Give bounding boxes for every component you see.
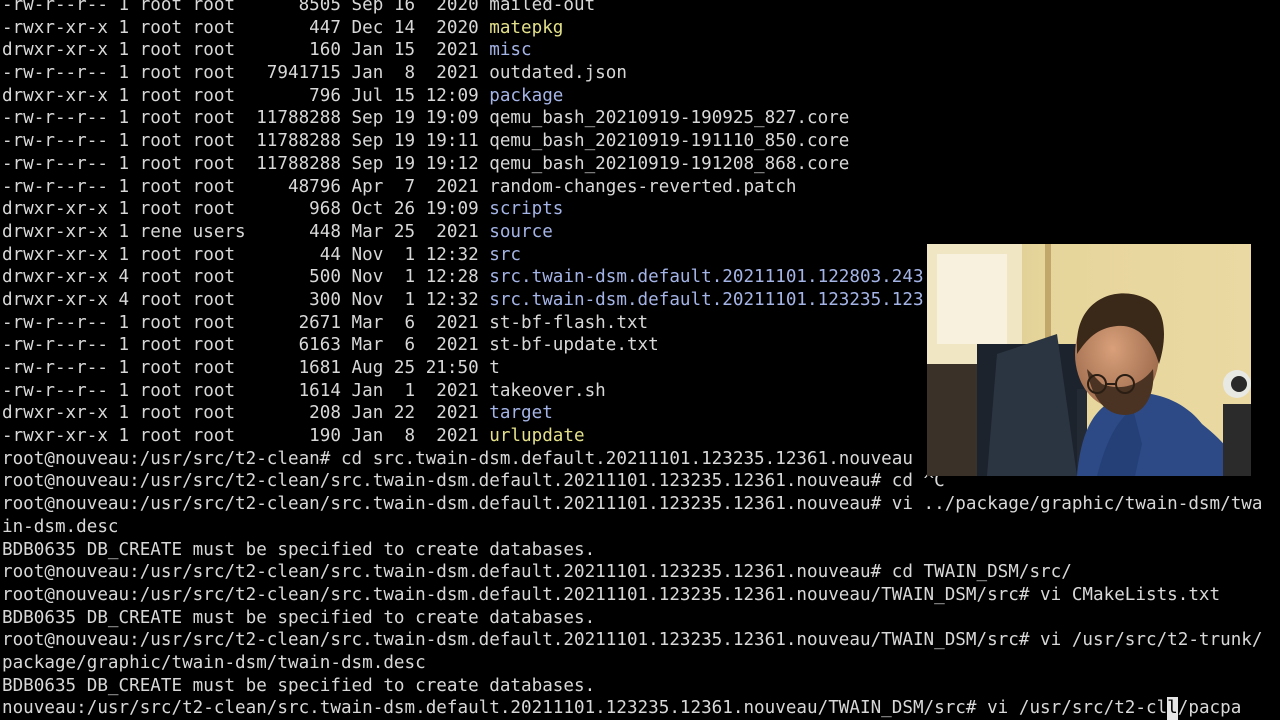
text-cursor: l — [1167, 697, 1178, 720]
line-text: root@nouveau:/usr/src/t2-clean# cd src.t… — [2, 448, 913, 469]
terminal-line: -rw-r--r-- 1 root root 11788288 Sep 19 1… — [0, 153, 1280, 176]
line-text: -rwxr-xr-x 1 root root 447 Dec 14 2020 — [2, 17, 490, 38]
terminal-line: -rw-r--r-- 1 root root 8505 Sep 16 2020 … — [0, 0, 1280, 17]
terminal-line: -rw-r--r-- 1 root root 7941715 Jan 8 202… — [0, 62, 1280, 85]
line-text: qemu_bash_20210919-191110_850.core — [489, 131, 850, 152]
terminal-line: root@nouveau:/usr/src/t2-clean/src.twain… — [0, 493, 1280, 516]
directory-name: source — [489, 221, 553, 242]
line-text: root@nouveau:/usr/src/t2-clean/src.twain… — [2, 584, 1221, 605]
terminal-line: BDB0635 DB_CREATE must be specified to c… — [0, 607, 1280, 630]
line-text: drwxr-xr-x 4 root root 500 Nov 1 12:28 — [2, 267, 490, 288]
terminal-line: -rw-r--r-- 1 root root 48796 Apr 7 2021 … — [0, 176, 1280, 199]
line-text: -rwxr-xr-x 1 root root 190 Jan 8 2021 — [2, 426, 490, 447]
command-input-text-tail: /pacpa — [1177, 698, 1242, 719]
directory-name: src.twain-dsm.default.20211101.123235.12… — [489, 289, 924, 310]
line-text: package/graphic/twain-dsm/twain-dsm.desc — [2, 652, 426, 673]
line-text: -rw-r--r-- 1 root root 11788288 Sep 19 1… — [2, 153, 490, 174]
terminal-line: BDB0635 DB_CREATE must be specified to c… — [0, 675, 1280, 698]
line-text: -rw-r--r-- 1 root root 6163 Mar 6 2021 — [2, 335, 490, 356]
line-text: st-bf-update.txt — [489, 335, 659, 356]
line-text: root@nouveau:/usr/src/t2-clean/src.twain… — [2, 562, 1072, 583]
directory-name: target — [489, 403, 553, 424]
webcam-video-image — [927, 244, 1251, 476]
webcam-overlay — [927, 244, 1251, 476]
line-text: -rw-r--r-- 1 root root 11788288 Sep 19 1… — [2, 131, 490, 152]
terminal-line: drwxr-xr-x 1 root root 796 Jul 15 12:09 … — [0, 85, 1280, 108]
line-text: root@nouveau:/usr/src/t2-clean/src.twain… — [2, 630, 1263, 651]
line-text: drwxr-xr-x 1 root root 968 Oct 26 19:09 — [2, 199, 490, 220]
terminal-line: package/graphic/twain-dsm/twain-dsm.desc — [0, 652, 1280, 675]
line-text: drwxr-xr-x 1 root root 208 Jan 22 2021 — [2, 403, 490, 424]
executable-name: urlupdate — [489, 426, 585, 447]
line-text: drwxr-xr-x 1 rene users 448 Mar 25 2021 — [2, 221, 490, 242]
line-text: takeover.sh — [489, 380, 606, 401]
terminal-line: drwxr-xr-x 1 rene users 448 Mar 25 2021 … — [0, 221, 1280, 244]
line-text: t — [489, 358, 500, 378]
terminal-input-line[interactable]: nouveau:/usr/src/t2-clean/src.twain-dsm.… — [0, 697, 1280, 720]
directory-name: scripts — [489, 199, 564, 220]
line-text: -rw-r--r-- 1 root root 1614 Jan 1 2021 — [2, 380, 490, 401]
line-text: BDB0635 DB_CREATE must be specified to c… — [2, 607, 596, 628]
line-text: drwxr-xr-x 1 root root 160 Jan 15 2021 — [2, 40, 490, 61]
terminal-line: -rw-r--r-- 1 root root 11788288 Sep 19 1… — [0, 130, 1280, 153]
directory-name: src — [489, 244, 522, 265]
line-text: in-dsm.desc — [2, 516, 119, 537]
line-text: qemu_bash_20210919-191208_868.core — [489, 153, 850, 174]
terminal-line: root@nouveau:/usr/src/t2-clean/src.twain… — [0, 584, 1280, 607]
terminal-line: drwxr-xr-x 1 root root 160 Jan 15 2021 m… — [0, 39, 1280, 62]
line-text: root@nouveau:/usr/src/t2-clean/src.twain… — [2, 494, 1263, 515]
line-text: -rw-r--r-- 1 root root 11788288 Sep 19 1… — [2, 108, 490, 129]
line-text: mailed-out — [489, 0, 596, 15]
line-text: drwxr-xr-x 1 root root 44 Nov 1 12:32 — [2, 244, 490, 265]
line-text: -rw-r--r-- 1 root root 8505 Sep 16 2020 — [2, 0, 490, 15]
directory-name: src.twain-dsm.default.20211101.122803.24… — [489, 267, 924, 288]
line-text: drwxr-xr-x 1 root root 796 Jul 15 12:09 — [2, 85, 490, 106]
line-text: drwxr-xr-x 4 root root 300 Nov 1 12:32 — [2, 289, 490, 310]
line-text: -rw-r--r-- 1 root root 7941715 Jan 8 202… — [2, 63, 490, 84]
line-text: st-bf-flash.txt — [489, 312, 649, 333]
directory-name: package — [489, 85, 564, 106]
line-text: outdated.json — [489, 63, 627, 84]
line-text: root@nouveau:/usr/src/t2-clean/src.twain… — [2, 471, 945, 492]
line-text: -rw-r--r-- 1 root root 1681 Aug 25 21:50 — [2, 358, 490, 378]
terminal-line: BDB0635 DB_CREATE must be specified to c… — [0, 539, 1280, 562]
terminal-line: root@nouveau:/usr/src/t2-clean/src.twain… — [0, 561, 1280, 584]
directory-name: misc — [489, 40, 532, 61]
command-input-text: nouveau:/usr/src/t2-clean/src.twain-dsm.… — [2, 698, 1168, 719]
line-text: BDB0635 DB_CREATE must be specified to c… — [2, 675, 1280, 696]
line-text: qemu_bash_20210919-190925_827.core — [489, 108, 850, 129]
terminal-line: -rwxr-xr-x 1 root root 447 Dec 14 2020 m… — [0, 17, 1280, 40]
terminal-line: drwxr-xr-x 1 root root 968 Oct 26 19:09 … — [0, 198, 1280, 221]
executable-name: matepkg — [489, 17, 564, 38]
line-text: BDB0635 DB_CREATE must be specified to c… — [2, 539, 596, 560]
line-text: random-changes-reverted.patch — [489, 176, 797, 197]
line-text: -rw-r--r-- 1 root root 48796 Apr 7 2021 — [2, 176, 490, 197]
terminal-line: root@nouveau:/usr/src/t2-clean/src.twain… — [0, 629, 1280, 652]
line-text: -rw-r--r-- 1 root root 2671 Mar 6 2021 — [2, 312, 490, 333]
terminal-line: -rw-r--r-- 1 root root 11788288 Sep 19 1… — [0, 107, 1280, 130]
terminal-line: in-dsm.desc — [0, 516, 1280, 539]
